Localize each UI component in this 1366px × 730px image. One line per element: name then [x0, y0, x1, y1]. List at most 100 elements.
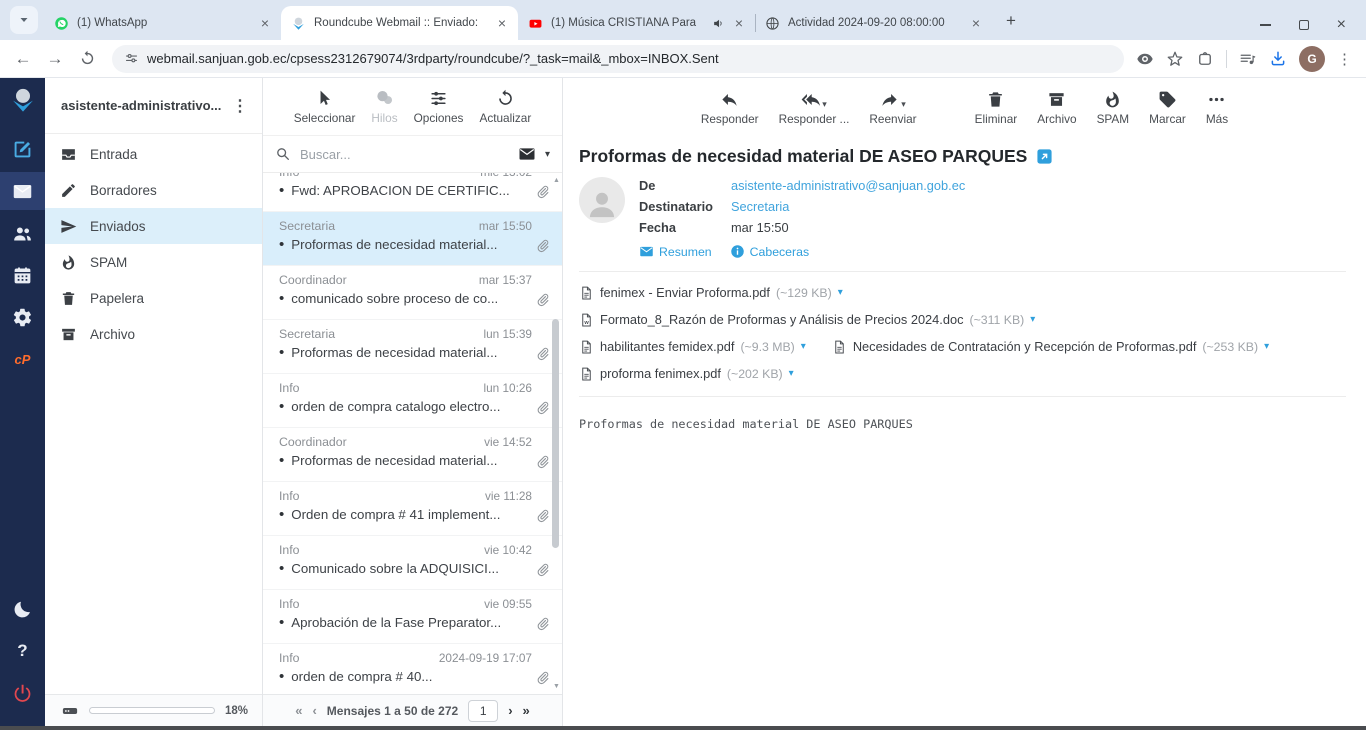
next-page-button[interactable]: ›: [508, 703, 512, 718]
scroll-down-icon[interactable]: ▼: [553, 683, 560, 690]
message-row[interactable]: Info vie 11:28 • Orden de compra # 41 im…: [263, 482, 562, 536]
tab-close-icon[interactable]: ×: [970, 15, 982, 31]
more-dots-icon: [1207, 90, 1226, 109]
reply-button[interactable]: Responder: [701, 89, 759, 126]
download-icon[interactable]: [1269, 50, 1287, 68]
open-in-new-window-icon[interactable]: [1036, 148, 1053, 165]
tab-search-button[interactable]: [10, 6, 38, 34]
select-button[interactable]: Seleccionar: [294, 88, 356, 125]
sidebar-item-settings[interactable]: [0, 298, 45, 336]
eye-icon[interactable]: [1136, 50, 1154, 68]
extensions-icon[interactable]: [1196, 50, 1214, 68]
back-button[interactable]: ←: [10, 46, 36, 72]
compose-button[interactable]: [0, 130, 45, 168]
chevron-down-icon[interactable]: ▾: [801, 341, 806, 352]
new-tab-button[interactable]: +: [998, 8, 1024, 34]
more-button[interactable]: Más: [1206, 89, 1228, 126]
chevron-down-icon[interactable]: ▾: [838, 287, 843, 298]
from-address-link[interactable]: asistente-administrativo@sanjuan.gob.ec: [731, 178, 965, 193]
options-button[interactable]: Opciones: [414, 88, 464, 125]
first-page-button[interactable]: «: [295, 703, 302, 718]
attachment-item[interactable]: habilitantes femidex.pdf (~9.3 MB) ▾: [579, 338, 806, 356]
archive-button[interactable]: Archivo: [1037, 89, 1076, 126]
spam-button[interactable]: SPAM: [1097, 89, 1130, 126]
folder-options-icon[interactable]: ⋮: [228, 96, 252, 116]
message-row[interactable]: Coordinador vie 14:52 • Proformas de nec…: [263, 428, 562, 482]
message-row[interactable]: Info mié 13:02 • Fwd: APROBACION DE CERT…: [263, 173, 562, 212]
window-close-button[interactable]: ×: [1337, 20, 1346, 30]
site-settings-icon[interactable]: [124, 51, 139, 66]
message-row[interactable]: Info lun 10:26 • orden de compra catalog…: [263, 374, 562, 428]
chevron-down-icon[interactable]: ▾: [822, 100, 827, 109]
logout-button[interactable]: [0, 674, 45, 712]
attachment-item[interactable]: Necesidades de Contratación y Recepción …: [832, 338, 1269, 356]
chevron-down-icon[interactable]: ▾: [1030, 314, 1035, 325]
window-maximize-button[interactable]: [1299, 20, 1309, 30]
page-number-input[interactable]: [468, 700, 498, 722]
browser-menu-icon[interactable]: ⋮: [1337, 50, 1352, 68]
browser-tab[interactable]: Actividad 2024-09-20 08:00:00 ×: [755, 6, 992, 40]
folder-item-papelera[interactable]: Papelera: [45, 280, 262, 316]
dark-mode-button[interactable]: [0, 590, 45, 628]
scrollbar-thumb[interactable]: [552, 319, 559, 548]
folder-item-archivo[interactable]: Archivo: [45, 316, 262, 352]
sidebar-item-contacts[interactable]: [0, 214, 45, 252]
scroll-up-icon[interactable]: ▲: [553, 177, 560, 184]
help-button[interactable]: ?: [0, 632, 45, 670]
sliders-icon: [429, 89, 448, 108]
message-row[interactable]: Secretaria mar 15:50 • Proformas de nece…: [263, 212, 562, 266]
delete-button[interactable]: Eliminar: [975, 89, 1018, 126]
message-row[interactable]: Secretaria lun 15:39 • Proformas de nece…: [263, 320, 562, 374]
prev-page-button[interactable]: ‹: [312, 703, 316, 718]
threads-button[interactable]: Hilos: [371, 88, 397, 125]
refresh-button[interactable]: Actualizar: [479, 88, 531, 125]
summary-button[interactable]: Resumen: [639, 244, 712, 259]
attachment-name: Formato_8_Razón de Proformas y Análisis …: [600, 312, 963, 327]
message-row[interactable]: Info vie 10:42 • Comunicado sobre la ADQ…: [263, 536, 562, 590]
chevron-down-icon[interactable]: ▾: [789, 368, 794, 379]
folder-item-enviados[interactable]: Enviados: [45, 208, 262, 244]
sidebar-item-calendar[interactable]: [0, 256, 45, 294]
reply-all-button[interactable]: ▾ Responder ...: [779, 89, 850, 126]
folder-item-spam[interactable]: SPAM: [45, 244, 262, 280]
sidebar-item-mail[interactable]: [0, 172, 45, 210]
message-sender: Info: [279, 489, 300, 503]
search-options-chevron-icon[interactable]: ▾: [545, 149, 550, 160]
folder-item-entrada[interactable]: Entrada: [45, 136, 262, 172]
search-input[interactable]: [300, 147, 509, 162]
tab-close-icon[interactable]: ×: [496, 15, 508, 31]
message-row[interactable]: Info 2024-09-19 17:07 • orden de compra …: [263, 644, 562, 694]
tab-title: (1) Música CRISTIANA Para: [551, 17, 704, 29]
attachment-item[interactable]: proforma fenimex.pdf (~202 KB) ▾: [579, 365, 794, 383]
last-page-button[interactable]: »: [523, 703, 530, 718]
profile-avatar[interactable]: G: [1299, 46, 1325, 72]
bookmark-star-icon[interactable]: [1166, 50, 1184, 68]
address-bar[interactable]: webmail.sanjuan.gob.ec/cpsess2312679074/…: [112, 45, 1124, 73]
reload-icon: [79, 50, 96, 67]
chevron-down-icon[interactable]: ▾: [1264, 341, 1269, 352]
chevron-down-icon[interactable]: ▾: [901, 100, 906, 109]
browser-tab[interactable]: (1) WhatsApp ×: [44, 6, 281, 40]
tab-close-icon[interactable]: ×: [733, 15, 745, 31]
tab-audio-icon[interactable]: [712, 17, 725, 30]
quota-percent: 18%: [225, 705, 248, 717]
attachment-item[interactable]: fenimex - Enviar Proforma.pdf (~129 KB) …: [579, 284, 843, 302]
browser-tab[interactable]: (1) Música CRISTIANA Para ×: [518, 6, 755, 40]
to-address-link[interactable]: Secretaria: [731, 199, 789, 214]
message-row[interactable]: Coordinador mar 15:37 • comunicado sobre…: [263, 266, 562, 320]
browser-tab[interactable]: Roundcube Webmail :: Enviado: ×: [281, 6, 518, 40]
headers-button[interactable]: Cabeceras: [730, 244, 809, 259]
attachment-item[interactable]: w Formato_8_Razón de Proformas y Análisi…: [579, 311, 1035, 329]
sidebar-item-cpanel[interactable]: cP: [0, 340, 45, 378]
folder-item-borradores[interactable]: Borradores: [45, 172, 262, 208]
reload-button[interactable]: [74, 46, 100, 72]
mark-button[interactable]: Marcar: [1149, 89, 1186, 126]
message-row[interactable]: Info vie 09:55 • Aprobación de la Fase P…: [263, 590, 562, 644]
search-scope-icon[interactable]: [518, 145, 536, 163]
window-minimize-button[interactable]: [1260, 24, 1271, 26]
list-scrollbar[interactable]: ▲ ▼: [550, 173, 562, 694]
forward-button[interactable]: ▾ Reenviar: [869, 89, 916, 126]
tab-close-icon[interactable]: ×: [259, 15, 271, 31]
media-playlist-icon[interactable]: [1239, 50, 1257, 68]
forward-button[interactable]: →: [42, 46, 68, 72]
